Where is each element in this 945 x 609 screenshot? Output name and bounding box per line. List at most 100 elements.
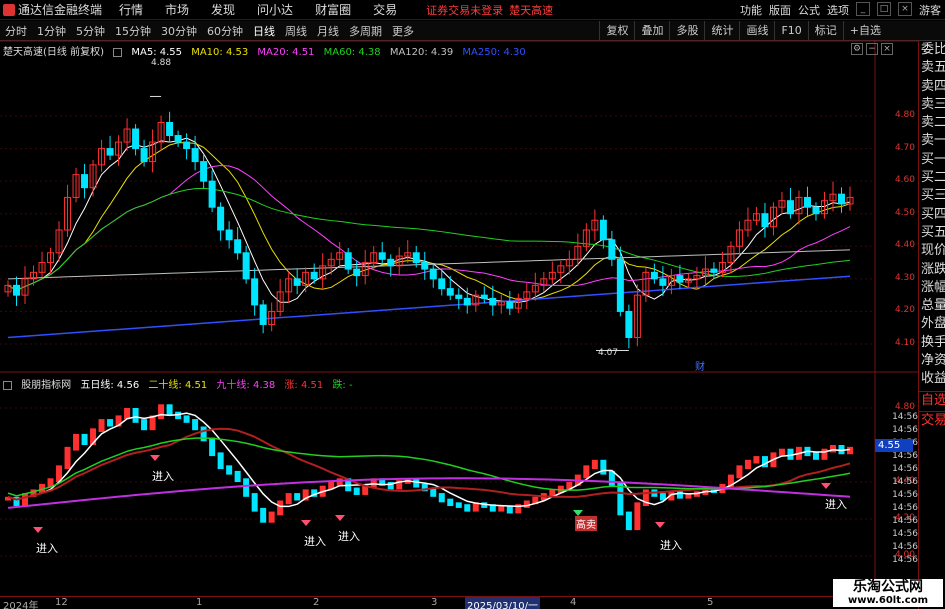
main-axis-tick: 4.60 <box>894 175 915 186</box>
candle-body <box>837 193 845 205</box>
entry-diamond-icon <box>335 515 345 521</box>
quote-side-panel: 委比 卖五 卖四 卖三 卖二 卖一 买一 买二 买三 买四 买五 现价 涨跌 涨… <box>918 41 945 609</box>
side-turnover[interactable]: 换手 <box>919 334 945 352</box>
side-zixuan[interactable]: 自选 <box>919 390 945 409</box>
entry-diamond-icon <box>301 520 311 526</box>
sub-bar <box>812 452 819 460</box>
sub-bar <box>200 426 207 442</box>
sub-bar <box>447 498 454 507</box>
date-axis: 2024年 12 1 2 3 2025/03/10/一 4 5 <box>0 596 875 609</box>
side-buy3[interactable]: 买三 <box>919 187 945 205</box>
side-pct[interactable]: 涨幅 <box>919 279 945 297</box>
ma20-line <box>7 165 851 291</box>
side-nav[interactable]: 净资 <box>919 352 945 370</box>
candle-body <box>455 294 463 299</box>
entry-diamond-icon <box>33 527 43 533</box>
sub-legend-toggle-icon[interactable] <box>3 380 12 390</box>
sub-bar <box>277 500 284 516</box>
entry-label-4: 进入 <box>338 530 360 543</box>
entry-label-2: 进入 <box>152 470 174 483</box>
sub-bar <box>600 459 607 475</box>
main-axis-tick: 4.80 <box>894 110 915 120</box>
right-axis-tick: 14:56 <box>892 542 918 552</box>
candle-body <box>140 148 148 163</box>
right-axis-tick: 14:56 <box>892 555 918 565</box>
side-buy4[interactable]: 买四 <box>919 206 945 224</box>
sub-bar <box>64 446 71 470</box>
candle-body <box>13 284 21 296</box>
current-price-box: 4.55 <box>875 439 913 452</box>
candle-body <box>217 206 225 231</box>
sub-bar <box>506 506 513 514</box>
pane-controls: ⚙ − × <box>851 43 893 55</box>
right-axis-tick: 14:56 <box>892 503 918 513</box>
right-axis-tick: 14:56 <box>892 477 918 487</box>
side-eps[interactable]: 收益 <box>919 370 945 388</box>
sub-bar <box>736 465 743 479</box>
candle-body <box>446 288 454 296</box>
side-change[interactable]: 涨跌 <box>919 261 945 279</box>
candle-body <box>242 252 250 280</box>
xaxis-4: 4 <box>570 597 577 608</box>
entry-diamond-icon <box>821 483 831 489</box>
right-axis-tick: 14:56 <box>892 490 918 500</box>
candle-body <box>293 278 301 286</box>
side-buy5[interactable]: 买五 <box>919 224 945 242</box>
kline-chart[interactable] <box>0 0 945 609</box>
high-label: 4.88 <box>151 58 172 68</box>
sub-bar <box>634 502 641 531</box>
side-buy1[interactable]: 买一 <box>919 151 945 169</box>
xaxis-3: 3 <box>431 597 438 608</box>
sub-bar <box>158 404 165 420</box>
legend-toggle-icon[interactable] <box>113 47 123 57</box>
sub-bar <box>455 502 462 508</box>
side-buy2[interactable]: 买二 <box>919 169 945 187</box>
sub-bar <box>821 448 828 460</box>
right-axis-tick: 14:56 <box>892 464 918 474</box>
cai-label[interactable]: 财 <box>695 358 705 373</box>
sub-bar <box>583 465 590 479</box>
side-jiaoyi[interactable]: 交易 <box>919 410 945 429</box>
side-sell4[interactable]: 卖四 <box>919 78 945 96</box>
xaxis-12: 12 <box>55 597 68 608</box>
side-sell3[interactable]: 卖三 <box>919 96 945 114</box>
side-price[interactable]: 现价 <box>919 242 945 260</box>
sub-bar <box>464 504 471 512</box>
sub-bar <box>226 465 233 475</box>
side-weibi[interactable]: 委比 <box>919 41 945 59</box>
candle-body <box>200 161 208 182</box>
xaxis-selected-date[interactable]: 2025/03/10/一 <box>465 597 541 609</box>
side-sell5[interactable]: 卖五 <box>919 59 945 77</box>
sell-label: 高卖 <box>575 516 597 531</box>
sub-bar <box>81 433 88 445</box>
candle-body <box>251 278 259 306</box>
pane-minimize-icon[interactable]: − <box>866 43 878 55</box>
candle-body <box>489 297 497 306</box>
settings-icon[interactable]: ⚙ <box>851 43 863 55</box>
xaxis-2024: 2024年 <box>3 601 39 609</box>
sub-bar <box>591 459 598 470</box>
sub-bar <box>132 408 139 423</box>
side-sell2[interactable]: 卖二 <box>919 114 945 132</box>
watermark-line2: www.60lt.com <box>847 595 928 606</box>
main-axis-tick: 4.40 <box>894 240 915 251</box>
chart-title: 楚天高速(日线 前复权) <box>3 47 104 58</box>
candle-body <box>421 262 429 270</box>
watermark-line1: 乐淘公式网 <box>853 579 923 595</box>
candle-body <box>710 268 718 273</box>
sub-axis-tick: 4.80 <box>894 402 915 412</box>
side-outer[interactable]: 外盘 <box>919 315 945 333</box>
candle-body <box>429 268 437 280</box>
candle-body <box>616 258 624 312</box>
candle-body <box>166 122 174 137</box>
side-volume[interactable]: 总量 <box>919 297 945 315</box>
pane-close-icon[interactable]: × <box>881 43 893 55</box>
candle-body <box>812 206 820 215</box>
main-axis-tick: 4.50 <box>894 207 915 218</box>
candle-body <box>106 148 114 156</box>
candle-body <box>344 252 352 270</box>
sub-bar <box>285 493 292 505</box>
legend-ma60: MA60: 4.38 <box>323 47 381 58</box>
side-sell1[interactable]: 卖一 <box>919 132 945 150</box>
sub-bar <box>192 419 199 431</box>
